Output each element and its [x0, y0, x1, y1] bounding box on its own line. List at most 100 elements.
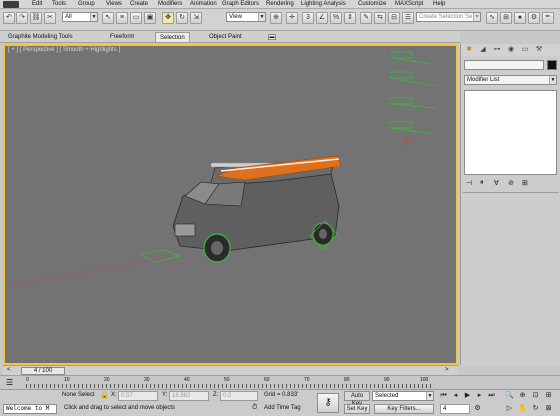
select-by-name-icon[interactable]: ≡	[116, 12, 128, 24]
zoom-all-icon[interactable]: ⊕	[517, 391, 528, 401]
maximize-viewport-icon[interactable]: ⊠	[543, 404, 554, 414]
layer-manager-icon[interactable]: ☰	[402, 12, 414, 24]
utilities-tab-icon[interactable]: ⚒	[533, 45, 545, 55]
time-slider-thumb[interactable]: 4 / 100	[21, 367, 65, 375]
time-configuration-icon[interactable]: ⚙	[472, 404, 483, 414]
redo-icon[interactable]: ↷	[16, 12, 28, 24]
select-move-icon[interactable]: ✥	[162, 12, 174, 24]
tab-object-paint[interactable]: Object Paint	[205, 32, 246, 42]
y-coordinate-field[interactable]: 16.882	[169, 391, 209, 401]
zoom-icon[interactable]: 🔍	[504, 391, 515, 401]
set-key-button[interactable]: Set Key	[344, 404, 370, 414]
configure-modifier-sets-icon[interactable]: ⊞	[522, 179, 528, 187]
render-icon[interactable]: ☕	[542, 12, 554, 24]
create-tab-icon[interactable]: ✱	[463, 45, 475, 55]
object-name-field[interactable]	[464, 60, 544, 70]
select-scale-icon[interactable]: ⇲	[190, 12, 202, 24]
schematic-view-icon[interactable]: ⊞	[500, 12, 512, 24]
menu-animation[interactable]: Animation	[190, 1, 217, 8]
field-of-view-icon[interactable]: ▷	[504, 404, 515, 414]
render-setup-icon[interactable]: ⚙	[528, 12, 540, 24]
unlink-icon[interactable]: ✂	[44, 12, 56, 24]
menu-graph-editors[interactable]: Graph Editors	[222, 1, 259, 8]
tab-graphite-modeling-tools[interactable]: Graphite Modeling Tools	[4, 32, 77, 42]
command-panel: ✱ ◢ ⊶ ◉ ▭ ⚒ Modifier List ▼ ⊣ ⏸ ∀ ⊘ ⊞	[460, 44, 560, 365]
make-unique-icon[interactable]: ∀	[494, 179, 499, 187]
mini-curve-editor-icon[interactable]: ☰	[6, 378, 13, 387]
select-rotate-icon[interactable]: ↻	[176, 12, 188, 24]
key-mode-dropdown[interactable]: Selected ▼	[372, 391, 434, 401]
app-logo-icon[interactable]	[3, 1, 19, 8]
x-coordinate-field[interactable]: 0.57	[118, 391, 158, 401]
tick-label: 70	[304, 377, 310, 383]
current-frame-field[interactable]: 4	[440, 404, 470, 414]
z-coordinate-field[interactable]: 0.0	[220, 391, 258, 401]
create-selection-set-dropdown[interactable]: Create Selection Se ▼	[416, 12, 481, 22]
menu-group[interactable]: Group	[78, 1, 95, 8]
select-link-icon[interactable]: ⛓	[30, 12, 42, 24]
align-icon[interactable]: ⊟	[388, 12, 400, 24]
named-selection-icon[interactable]: ✎	[360, 12, 372, 24]
snap-toggle-icon[interactable]: 3	[302, 12, 314, 24]
track-ruler[interactable]: 0 10 20 30 40 50 60 70 80 90 100	[26, 377, 431, 389]
ribbon-toggle-icon[interactable]: ▬	[268, 34, 276, 40]
maxscript-listener-input[interactable]: Welcome to M	[3, 404, 57, 414]
menu-customize[interactable]: Customize	[358, 1, 386, 8]
select-manipulate-icon[interactable]: ✛	[286, 12, 298, 24]
remove-modifier-icon[interactable]: ⊘	[508, 179, 514, 187]
motion-tab-icon[interactable]: ◉	[505, 45, 517, 55]
next-frame-icon[interactable]: >	[445, 367, 449, 373]
menu-rendering[interactable]: Rendering	[266, 1, 294, 8]
spinner-snap-icon[interactable]: ⇕	[344, 12, 356, 24]
object-color-swatch[interactable]	[547, 60, 557, 70]
hierarchy-tab-icon[interactable]: ⊶	[491, 45, 503, 55]
tab-selection[interactable]: Selection	[155, 32, 190, 42]
orbit-icon[interactable]: ↻	[530, 404, 541, 414]
pin-stack-icon[interactable]: ⊣	[466, 179, 472, 187]
pivot-icon[interactable]: ⊕	[270, 12, 282, 24]
time-tag-icon[interactable]: ⏱	[252, 404, 257, 412]
modify-tab-icon[interactable]: ◢	[477, 45, 489, 55]
curve-editor-icon[interactable]: ∿	[486, 12, 498, 24]
rect-selection-icon[interactable]: ▭	[130, 12, 142, 24]
display-tab-icon[interactable]: ▭	[519, 45, 531, 55]
menu-maxscript[interactable]: MAXScript	[395, 1, 423, 8]
modifier-list-dropdown[interactable]: Modifier List ▼	[464, 75, 557, 85]
pan-view-icon[interactable]: ✋	[517, 404, 528, 414]
menu-create[interactable]: Create	[130, 1, 148, 8]
menu-lighting-analysis[interactable]: Lighting Analysis	[301, 1, 346, 8]
previous-frame-icon[interactable]: ◂	[450, 391, 461, 401]
tick-label: 0	[26, 377, 29, 383]
menu-views[interactable]: Views	[106, 1, 122, 8]
material-editor-icon[interactable]: ●	[514, 12, 526, 24]
key-filters-button[interactable]: Key Filters...	[374, 404, 434, 414]
percent-snap-icon[interactable]: %	[330, 12, 342, 24]
menu-edit[interactable]: Edit	[32, 1, 42, 8]
zoom-extents-all-icon[interactable]: ⊞	[543, 391, 554, 401]
selection-filter-dropdown[interactable]: All ▼	[62, 12, 98, 22]
reference-coordinate-dropdown[interactable]: View ▼	[226, 12, 266, 22]
next-frame-button-icon[interactable]: ▸	[474, 391, 485, 401]
prev-frame-icon[interactable]: <	[7, 367, 11, 373]
auto-key-button[interactable]: Auto Key	[344, 391, 370, 407]
lock-selection-icon[interactable]: 🔒	[100, 391, 109, 399]
angle-snap-icon[interactable]: ∠	[316, 12, 328, 24]
undo-icon[interactable]: ↶	[3, 12, 15, 24]
show-end-result-icon[interactable]: ⏸	[480, 179, 484, 187]
play-icon[interactable]: ▶	[462, 391, 473, 401]
menu-tools[interactable]: Tools	[52, 1, 66, 8]
window-crossing-icon[interactable]: ▣	[144, 12, 156, 24]
set-key-icon[interactable]: ⚷	[317, 393, 339, 413]
menu-help[interactable]: Help	[433, 1, 445, 8]
go-to-end-icon[interactable]: ⏭	[486, 391, 497, 401]
select-object-icon[interactable]: ↖	[102, 12, 114, 24]
zoom-extents-icon[interactable]: ⊡	[530, 391, 541, 401]
perspective-viewport[interactable]: [ + ] [ Perspective ] [ Smooth + Highlig…	[3, 44, 458, 365]
tab-freeform[interactable]: Freeform	[106, 32, 138, 42]
mirror-icon[interactable]: ⇆	[374, 12, 386, 24]
track-bar[interactable]: ☰ 0 10 20 30 40 50 60 70 80 90 100	[0, 375, 560, 389]
add-time-tag[interactable]: Add Time Tag	[264, 405, 301, 411]
modifier-stack-list[interactable]	[464, 90, 557, 175]
go-to-start-icon[interactable]: ⏮	[438, 391, 449, 401]
menu-modifiers[interactable]: Modifiers	[158, 1, 182, 8]
